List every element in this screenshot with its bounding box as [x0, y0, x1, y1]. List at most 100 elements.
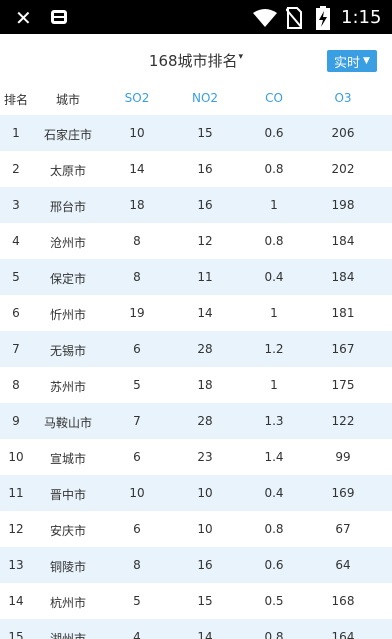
co-cell: 0.4 — [264, 270, 284, 284]
column-header-o3[interactable]: O3 — [334, 91, 351, 105]
no2-cell: 15 — [197, 126, 213, 140]
co-cell: 1.2 — [264, 342, 284, 356]
table-row[interactable]: 7 无锡市 6 28 1.2 167 — [0, 331, 392, 367]
status-bar: ✕ 1:15 — [0, 0, 392, 34]
o3-cell: 99 — [335, 450, 351, 464]
table-row[interactable]: 5 保定市 8 11 0.4 184 — [0, 259, 392, 295]
no2-cell: 14 — [197, 306, 213, 320]
rank-cell: 9 — [12, 414, 20, 428]
ranking-table: 1 石家庄市 10 15 0.6 206 2 太原市 14 16 0.8 202 3 邢台市 18 16 1 19… — [0, 115, 392, 639]
no2-cell: 16 — [197, 162, 213, 176]
rank-cell: 8 — [12, 378, 20, 392]
co-cell: 0.6 — [264, 126, 284, 140]
rank-cell: 4 — [12, 234, 20, 248]
no2-cell: 28 — [197, 342, 213, 356]
co-cell: 0.4 — [264, 486, 284, 500]
o3-cell: 206 — [331, 126, 355, 140]
table-row[interactable]: 10 宣城市 6 23 1.4 99 — [0, 439, 392, 475]
table-row[interactable]: 3 邢台市 18 16 1 198 — [0, 187, 392, 223]
so2-cell: 10 — [129, 486, 145, 500]
rank-cell: 7 — [12, 342, 20, 356]
no2-cell: 18 — [197, 378, 213, 392]
no2-cell: 15 — [197, 594, 213, 608]
no2-cell: 10 — [197, 486, 213, 500]
co-cell: 1 — [270, 306, 278, 320]
city-cell: 沧州市 — [49, 236, 87, 250]
so2-cell: 6 — [133, 450, 141, 464]
so2-cell: 8 — [133, 558, 141, 572]
o3-cell: 167 — [331, 342, 355, 356]
city-cell: 苏州市 — [49, 380, 87, 394]
status-time: 1:15 — [341, 7, 382, 28]
so2-cell: 6 — [133, 342, 141, 356]
o3-cell: 168 — [331, 594, 355, 608]
realtime-label: 实时 — [334, 55, 361, 71]
so2-cell: 7 — [133, 414, 141, 428]
no2-cell: 23 — [197, 450, 213, 464]
city-cell: 无锡市 — [49, 344, 87, 358]
no2-cell: 10 — [197, 522, 213, 536]
no2-cell: 11 — [197, 270, 213, 284]
o3-cell: 184 — [331, 234, 355, 248]
battery-charging-icon — [316, 6, 330, 30]
rank-cell: 3 — [12, 198, 20, 212]
o3-cell: 67 — [335, 522, 351, 536]
table-header: 排名 城市 SO2 NO2 CO O3 — [0, 84, 392, 114]
column-header-so2[interactable]: SO2 — [125, 91, 150, 105]
rank-cell: 10 — [8, 450, 24, 464]
rank-cell: 15 — [8, 630, 24, 639]
city-cell: 杭州市 — [49, 596, 87, 610]
table-row[interactable]: 13 铜陵市 8 16 0.6 64 — [0, 547, 392, 583]
column-header-rank[interactable]: 排名 — [4, 91, 28, 108]
table-row[interactable]: 9 马鞍山市 7 28 1.3 122 — [0, 403, 392, 439]
so2-cell: 10 — [129, 126, 145, 140]
no2-cell: 12 — [197, 234, 213, 248]
o3-cell: 181 — [331, 306, 355, 320]
table-row[interactable]: 4 沧州市 8 12 0.8 184 — [0, 223, 392, 259]
rank-cell: 11 — [8, 486, 24, 500]
column-header-city[interactable]: 城市 — [56, 91, 80, 108]
so2-cell: 5 — [133, 378, 141, 392]
table-row[interactable]: 12 安庆市 6 10 0.8 67 — [0, 511, 392, 547]
rank-cell: 5 — [12, 270, 20, 284]
column-header-co[interactable]: CO — [265, 91, 283, 105]
so2-cell: 4 — [133, 630, 141, 639]
close-icon[interactable]: ✕ — [15, 6, 32, 30]
co-cell: 0.8 — [264, 522, 284, 536]
wifi-icon — [253, 9, 277, 27]
rank-cell: 12 — [8, 522, 24, 536]
o3-cell: 169 — [331, 486, 355, 500]
co-cell: 0.8 — [264, 234, 284, 248]
city-cell: 晋中市 — [49, 488, 87, 502]
city-cell: 保定市 — [49, 272, 87, 286]
realtime-dropdown-button[interactable]: 实时 ▼ — [327, 50, 377, 72]
rank-cell: 13 — [8, 558, 24, 572]
table-row[interactable]: 11 晋中市 10 10 0.4 169 — [0, 475, 392, 511]
table-row[interactable]: 6 忻州市 19 14 1 181 — [0, 295, 392, 331]
table-row[interactable]: 8 苏州市 5 18 1 175 — [0, 367, 392, 403]
app-notification-icon — [51, 10, 67, 24]
city-cell: 太原市 — [49, 164, 87, 178]
o3-cell: 202 — [331, 162, 355, 176]
table-row[interactable]: 14 杭州市 5 15 0.5 168 — [0, 583, 392, 619]
column-header-no2[interactable]: NO2 — [192, 91, 218, 105]
o3-cell: 184 — [331, 270, 355, 284]
so2-cell: 6 — [133, 522, 141, 536]
o3-cell: 122 — [331, 414, 355, 428]
so2-cell: 18 — [129, 198, 145, 212]
table-row[interactable]: 1 石家庄市 10 15 0.6 206 — [0, 115, 392, 151]
city-cell: 石家庄市 — [43, 128, 93, 142]
co-cell: 1.4 — [264, 450, 284, 464]
city-cell: 铜陵市 — [49, 560, 87, 574]
co-cell: 1.3 — [264, 414, 284, 428]
caret-down-icon: ▾ — [238, 52, 244, 62]
page-title: 168城市排名 — [148, 52, 238, 70]
so2-cell: 19 — [129, 306, 145, 320]
no2-cell: 14 — [197, 630, 213, 639]
city-cell: 湖州市 — [49, 632, 87, 639]
co-cell: 1 — [270, 378, 278, 392]
no-sim-icon — [286, 7, 302, 29]
table-row[interactable]: 15 湖州市 4 14 0.8 164 — [0, 619, 392, 639]
city-cell: 忻州市 — [49, 308, 87, 322]
table-row[interactable]: 2 太原市 14 16 0.8 202 — [0, 151, 392, 187]
